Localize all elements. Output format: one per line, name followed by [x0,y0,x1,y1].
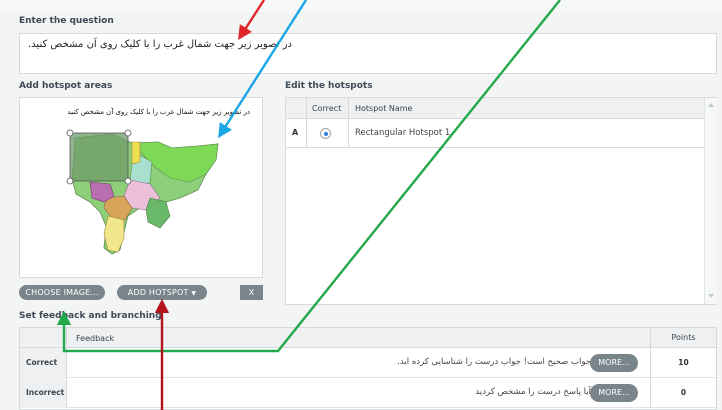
column-correct: Correct [312,104,342,113]
row-label: Correct [20,348,67,378]
row-label: Incorrect [20,378,67,408]
add-hotspot-button[interactable]: ADD HOTSPOT ▼ [117,285,207,300]
edit-hotspots-label: Edit the hotspots [285,81,373,91]
points-value[interactable]: 10 [650,348,716,378]
points-value[interactable]: 0 [650,378,716,408]
hotspot-name[interactable]: Rectangular Hotspot 1 [355,128,450,138]
feedback-row-incorrect: Incorrect آیا پاسخ درست را مشخص کردید MO… [20,378,716,408]
feedback-table: Feedback Points Correct جواب صحیح است! ج… [19,327,717,410]
column-hotspot-name: Hotspot Name [355,104,413,113]
scroll-down-icon[interactable] [708,294,714,298]
table-row[interactable]: A Rectangular Hotspot 1 [286,119,704,148]
question-label: Enter the question [19,16,114,26]
more-button[interactable]: MORE... [590,354,638,372]
column-feedback: Feedback [76,334,115,343]
add-hotspot-label: ADD HOTSPOT [127,288,189,297]
feedback-table-header: Feedback Points [20,328,716,348]
hotspot-table-header: Correct Hotspot Name [286,98,704,119]
vertical-scrollbar[interactable] [704,98,717,304]
scroll-up-icon[interactable] [708,103,714,107]
top-bar [0,0,722,12]
feedback-row-correct: Correct جواب صحیح است! جواب درست را شناس… [20,348,716,378]
map-image [66,129,219,255]
question-text: در تصویر زیر جهت شمال غرب را با کلیک روی… [28,39,293,50]
radio-dot-icon [323,131,328,136]
feedback-text[interactable]: آیا پاسخ درست را مشخص کردید [475,387,591,397]
chevron-down-icon: ▼ [191,290,197,297]
more-button[interactable]: MORE... [590,384,638,402]
correct-radio[interactable] [320,128,331,139]
hotspot-table: Correct Hotspot Name A Rectangular Hotsp… [285,97,717,305]
row-letter: A [292,128,299,137]
question-input[interactable]: در تصویر زیر جهت شمال غرب را با کلیک روی… [19,33,717,74]
feedback-section-label: Set feedback and branching [19,311,162,321]
choose-image-button[interactable]: CHOOSE IMAGE... [19,285,105,300]
feedback-text[interactable]: جواب صحیح است! جواب درست را شناسایی کرده… [397,357,591,367]
delete-hotspot-button[interactable]: X [240,285,263,300]
column-points: Points [650,328,716,348]
image-preview[interactable]: در تصویر زیر جهت شمال غرب را با کلیک روی… [19,97,263,278]
hotspot-areas-label: Add hotspot areas [19,81,113,91]
